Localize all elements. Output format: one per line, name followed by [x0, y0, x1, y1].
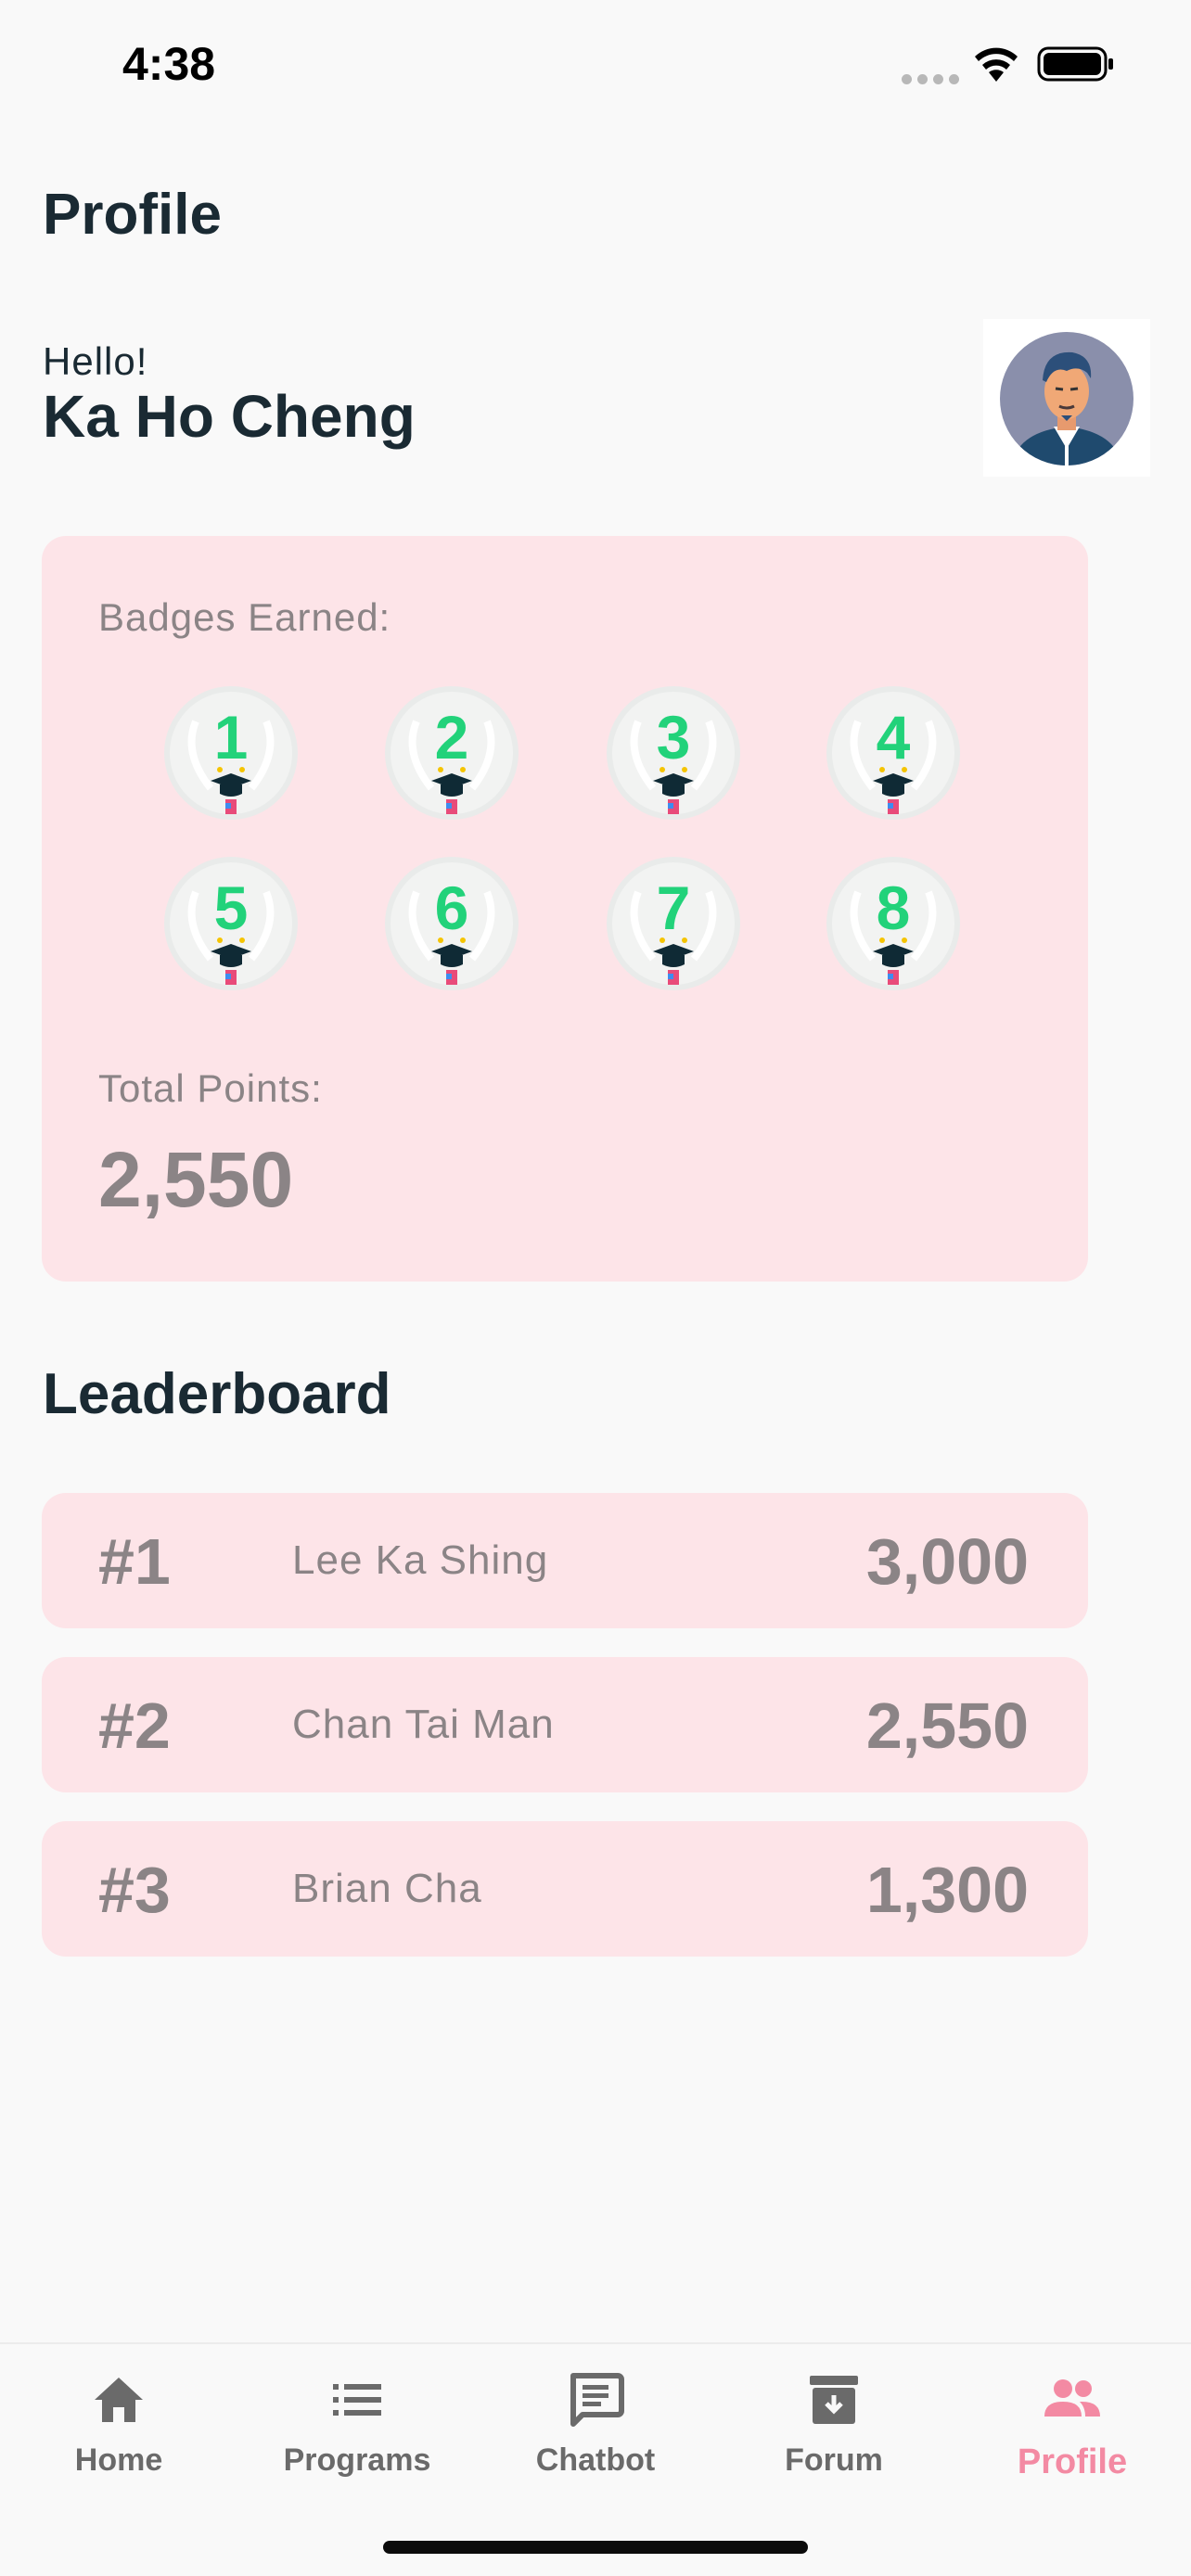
- badge-number: 8: [877, 874, 911, 942]
- badge-number: 5: [214, 874, 249, 942]
- tab-profile[interactable]: Profile: [980, 2370, 1165, 2509]
- badge-medal-icon: 6: [385, 857, 519, 990]
- leaderboard-name: Lee Ka Shing: [292, 1537, 549, 1583]
- tab-programs[interactable]: Programs: [264, 2370, 450, 2509]
- badges-card: Badges Earned: 1 2 3 4 5 6 7 8 Total Points: 2,…: [42, 536, 1088, 1282]
- badge-medal-icon: 1: [164, 686, 298, 820]
- badge-item[interactable]: 6: [383, 855, 520, 992]
- badge-number: 1: [214, 703, 249, 772]
- home-indicator: [383, 2541, 808, 2554]
- chat-icon: [570, 2373, 624, 2427]
- leaderboard-points: 3,000: [865, 1525, 1029, 1598]
- leaderboard-points: 2,550: [865, 1690, 1029, 1762]
- leaderboard-rank: #3: [98, 1854, 171, 1926]
- tab-label: Profile: [1017, 2442, 1128, 2481]
- battery-icon: [1037, 46, 1113, 82]
- badge-item[interactable]: 3: [605, 684, 742, 822]
- tab-label: Chatbot: [535, 2442, 656, 2478]
- badge-medal-icon: 3: [607, 686, 740, 820]
- badge-item[interactable]: 2: [383, 684, 520, 822]
- badge-number: 3: [657, 703, 691, 772]
- leaderboard-points: 1,300: [865, 1854, 1029, 1926]
- badge-item[interactable]: 4: [825, 684, 962, 822]
- people-icon: [1044, 2379, 1100, 2417]
- list-icon: [333, 2384, 381, 2416]
- badges-label: Badges Earned:: [98, 595, 391, 639]
- greeting-text: Hello!: [43, 339, 148, 383]
- badge-item[interactable]: 1: [162, 684, 300, 822]
- badge-number: 2: [435, 703, 469, 772]
- avatar-illustration: [1000, 332, 1133, 465]
- status-bar: 4:38: [0, 0, 1191, 139]
- leaderboard-name: Brian Cha: [292, 1866, 482, 1911]
- badge-medal-icon: 2: [385, 686, 519, 820]
- user-name: Ka Ho Cheng: [43, 383, 416, 450]
- profile-screen: 4:38 Profile Hello! Ka Ho Cheng Badges E…: [0, 0, 1191, 2576]
- badge-item[interactable]: 8: [825, 855, 962, 992]
- badge-item[interactable]: 5: [162, 855, 300, 992]
- leaderboard-row[interactable]: #2 Chan Tai Man 2,550: [42, 1657, 1088, 1792]
- leaderboard-title: Leaderboard: [43, 1362, 391, 1426]
- badge-number: 4: [877, 703, 911, 772]
- leaderboard-row[interactable]: #1 Lee Ka Shing 3,000: [42, 1493, 1088, 1628]
- tab-label: Home: [74, 2442, 163, 2478]
- badge-medal-icon: 5: [164, 857, 298, 990]
- wifi-icon: [975, 47, 1018, 82]
- tab-forum[interactable]: Forum: [741, 2370, 927, 2509]
- leaderboard-name: Chan Tai Man: [292, 1702, 555, 1747]
- badge-medal-icon: 7: [607, 857, 740, 990]
- leaderboard-row[interactable]: #3 Brian Cha 1,300: [42, 1821, 1088, 1957]
- badge-medal-icon: 8: [826, 857, 960, 990]
- badge-grid: 1 2 3 4 5 6 7 8: [162, 684, 969, 990]
- status-time: 4:38: [122, 38, 216, 90]
- tab-label: Programs: [283, 2442, 431, 2478]
- badge-number: 6: [435, 874, 469, 942]
- page-title: Profile: [43, 183, 222, 247]
- badge-item[interactable]: 7: [605, 855, 742, 992]
- tab-chatbot[interactable]: Chatbot: [503, 2370, 688, 2509]
- tab-label: Forum: [785, 2442, 883, 2478]
- badge-medal-icon: 4: [826, 686, 960, 820]
- tab-home[interactable]: Home: [26, 2370, 211, 2509]
- archive-icon: [810, 2376, 858, 2424]
- total-points-label: Total Points:: [98, 1066, 323, 1110]
- total-points-value: 2,550: [98, 1136, 294, 1223]
- home-icon: [95, 2378, 143, 2422]
- leaderboard-rank: #2: [98, 1690, 171, 1762]
- cellular-signal-icon: [902, 74, 959, 84]
- avatar[interactable]: [983, 319, 1150, 477]
- badge-number: 7: [657, 874, 691, 942]
- leaderboard-rank: #1: [98, 1525, 171, 1598]
